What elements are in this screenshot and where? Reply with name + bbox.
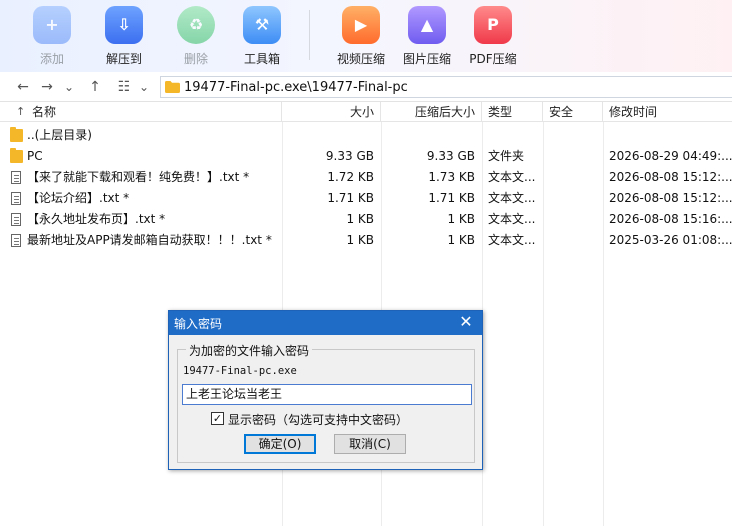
folder-icon — [165, 81, 180, 93]
add-archive-icon: + — [33, 6, 71, 44]
file-row[interactable]: 【论坛介绍】.txt * 1.71 KB 1.71 KB 文本文... 2026-08-… — [0, 188, 732, 209]
pdf-compress-button[interactable]: P PDF压缩 — [461, 4, 525, 68]
cell-packed-size: 1 KB — [447, 233, 475, 247]
cell-filename: 【来了就能下载和观看！纯免费！】.txt * — [27, 170, 250, 184]
extract-to-label: 解压到 — [105, 52, 142, 66]
cell-packed-size: 1.73 KB — [428, 170, 475, 184]
password-input[interactable]: 上老王论坛当老王 — [182, 384, 472, 405]
cell-packed-size: 9.33 GB — [426, 149, 475, 163]
ok-button[interactable]: 确定(O) — [244, 434, 316, 454]
text-file-icon — [11, 234, 21, 247]
cell-type: 文本文... — [488, 170, 536, 184]
view-mode-icon[interactable]: ☷ — [115, 78, 133, 96]
close-icon[interactable]: ✕ — [456, 312, 476, 332]
image-compress-icon: ▲ — [408, 6, 446, 44]
add-button[interactable]: + 添加 — [20, 4, 84, 68]
address-bar: ← → ⌄ ↑ ☷ ⌄ 19477-Final-pc.exe\19477-Fin… — [0, 72, 732, 102]
cell-modified: 2025-03-26 01:08:... — [609, 233, 732, 247]
cell-filename: PC — [27, 149, 43, 163]
cell-type: 文本文... — [488, 191, 536, 205]
up-arrow-icon[interactable]: ↑ — [86, 78, 104, 96]
add-label: 添加 — [39, 52, 64, 66]
folder-icon — [10, 127, 23, 142]
main-toolbar: + 添加 ⇩ 解压到 ♻ 删除 ⚒ 工具箱 ▶ 视频压缩 ▲ 图片压缩 P PD… — [0, 0, 732, 72]
column-security[interactable]: 安全 — [543, 102, 603, 122]
show-password-checkbox[interactable]: ✓ — [211, 412, 224, 425]
dialog-title-bar: 输入密码 ✕ — [169, 311, 482, 335]
image-compress-button[interactable]: ▲ 图片压缩 — [395, 4, 459, 68]
cell-filename: 【论坛介绍】.txt * — [27, 191, 130, 205]
recycle-delete-icon: ♻ — [177, 6, 215, 44]
file-row[interactable]: 最新地址及APP请发邮箱自动获取！！！.txt * 1 KB 1 KB 文本文... 2… — [0, 230, 732, 251]
cell-modified: 2026-08-08 15:12:... — [609, 191, 732, 205]
cell-type: 文本文... — [488, 212, 536, 226]
sort-ascending-icon: ↑ — [16, 105, 26, 118]
toolbox-icon: ⚒ — [243, 6, 281, 44]
show-password-label[interactable]: 显示密码（勾选可支持中文密码） — [228, 411, 408, 428]
delete-button[interactable]: ♻ 删除 — [164, 4, 228, 68]
cell-size: 1.72 KB — [327, 170, 374, 184]
text-file-icon — [11, 213, 21, 226]
extract-to-button[interactable]: ⇩ 解压到 — [92, 4, 156, 68]
delete-label: 删除 — [183, 52, 208, 66]
cell-packed-size: 1.71 KB — [428, 191, 475, 205]
cell-size: 9.33 GB — [325, 149, 374, 163]
text-file-icon — [11, 171, 21, 184]
toolbox-label: 工具箱 — [243, 52, 280, 66]
cell-type: 文件夹 — [488, 149, 525, 163]
cell-size: 1 KB — [346, 233, 374, 247]
pdf-compress-label: PDF压缩 — [469, 52, 517, 66]
history-chevron-icon[interactable]: ⌄ — [60, 78, 78, 96]
file-row[interactable]: PC 9.33 GB 9.33 GB 文件夹 2026-08-29 04:49:... — [0, 146, 732, 167]
column-header-row: ↑ 名称 大小 压缩后大小 类型 安全 修改时间 — [0, 102, 732, 122]
column-packed-size[interactable]: 压缩后大小 — [381, 102, 482, 122]
cell-filename: 【永久地址发布页】.txt * — [27, 212, 166, 226]
video-compress-icon: ▶ — [342, 6, 380, 44]
cell-size: 1 KB — [346, 212, 374, 226]
cell-packed-size: 1 KB — [447, 212, 475, 226]
cell-modified: 2026-08-08 15:12:... — [609, 170, 732, 184]
column-name[interactable]: ↑ 名称 — [0, 102, 282, 122]
path-field[interactable]: 19477-Final-pc.exe\19477-Final-pc — [160, 76, 732, 98]
view-menu-chevron-icon[interactable]: ⌄ — [135, 78, 153, 96]
cancel-button[interactable]: 取消(C) — [334, 434, 406, 454]
cell-filename: ..(上层目录) — [27, 128, 92, 142]
forward-arrow-icon[interactable]: → — [38, 78, 56, 96]
cell-modified: 2026-08-29 04:49:... — [609, 149, 732, 163]
path-text: 19477-Final-pc.exe\19477-Final-pc — [184, 80, 408, 95]
toolbox-button[interactable]: ⚒ 工具箱 — [230, 4, 294, 68]
image-compress-label: 图片压缩 — [402, 52, 451, 66]
dialog-title: 输入密码 — [174, 317, 223, 331]
password-group: 为加密的文件输入密码 19477-Final-pc.exe 上老王论坛当老王 ✓… — [177, 342, 475, 463]
column-type[interactable]: 类型 — [482, 102, 543, 122]
group-title: 为加密的文件输入密码 — [186, 342, 313, 359]
password-dialog: 输入密码 ✕ 为加密的文件输入密码 19477-Final-pc.exe 上老王… — [168, 310, 483, 470]
cell-size: 1.71 KB — [327, 191, 374, 205]
archive-filename: 19477-Final-pc.exe — [183, 365, 297, 377]
cell-filename: 最新地址及APP请发邮箱自动获取！！！.txt * — [27, 233, 272, 247]
file-row[interactable]: 【来了就能下载和观看！纯免费！】.txt * 1.72 KB 1.73 KB 文本文.… — [0, 167, 732, 188]
folder-icon — [10, 148, 23, 163]
file-row[interactable]: 【永久地址发布页】.txt * 1 KB 1 KB 文本文... 2026-08-08 … — [0, 209, 732, 230]
back-arrow-icon[interactable]: ← — [14, 78, 32, 96]
toolbar-divider — [309, 10, 310, 60]
cell-type: 文本文... — [488, 233, 536, 247]
file-row[interactable]: ..(上层目录) — [0, 125, 732, 146]
column-name-label: 名称 — [32, 105, 57, 119]
text-file-icon — [11, 192, 21, 205]
video-compress-label: 视频压缩 — [336, 52, 385, 66]
column-size[interactable]: 大小 — [282, 102, 381, 122]
extract-icon: ⇩ — [105, 6, 143, 44]
cell-modified: 2026-08-08 15:16:... — [609, 212, 732, 226]
video-compress-button[interactable]: ▶ 视频压缩 — [329, 4, 393, 68]
column-modified[interactable]: 修改时间 — [603, 102, 732, 122]
pdf-compress-icon: P — [474, 6, 512, 44]
